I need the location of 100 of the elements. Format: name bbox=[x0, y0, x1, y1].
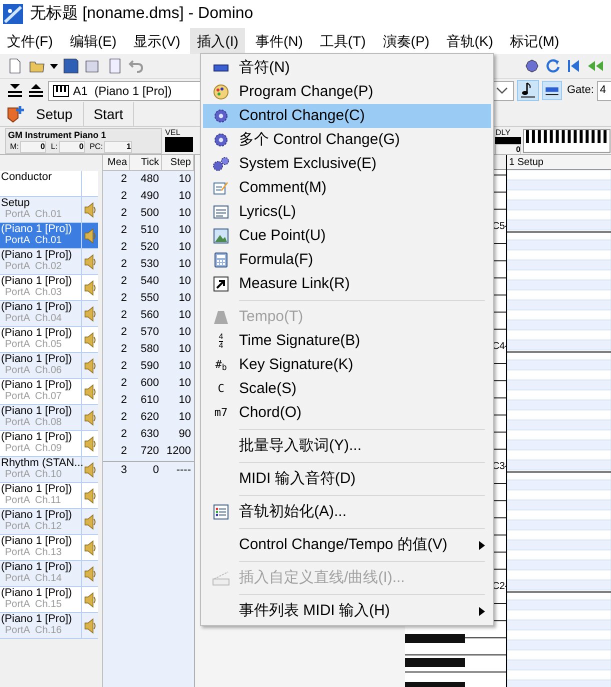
track-name: (Piano 1 [Pro]) bbox=[1, 223, 73, 235]
table-cell-text: 2 bbox=[120, 427, 128, 442]
table-cell-text: 2 bbox=[120, 325, 128, 340]
column-header[interactable]: Tick bbox=[130, 155, 162, 170]
table-cell-text: 610 bbox=[140, 393, 160, 408]
menu-item[interactable]: Program Change(P) bbox=[203, 80, 491, 104]
menu-item[interactable]: Cue Point(U) bbox=[203, 224, 491, 248]
table-cell-text: 10 bbox=[178, 308, 192, 323]
gate-field[interactable]: 4 bbox=[596, 80, 611, 100]
menu-item[interactable]: C Scale(S) bbox=[203, 377, 491, 401]
track-port: PortA Ch.08 bbox=[4, 417, 63, 429]
table-cell-text: 2 bbox=[120, 291, 128, 306]
track-row[interactable]: (Piano 1 [Pro]) PortA Ch.14 bbox=[0, 561, 98, 587]
table-cell-text: 10 bbox=[178, 325, 192, 340]
track-row[interactable]: (Piano 1 [Pro]) PortA Ch.08 bbox=[0, 405, 98, 431]
menu-item[interactable]: 音轨(K) bbox=[439, 28, 500, 54]
track-row[interactable]: (Piano 1 [Pro]) PortA Ch.05 bbox=[0, 327, 98, 353]
marker-button[interactable]: Setup bbox=[26, 102, 84, 126]
menu-item[interactable]: 音轨初始化(A)... bbox=[203, 500, 491, 524]
glyph: #$_{b}$ bbox=[215, 356, 227, 374]
marker-button[interactable]: Start bbox=[84, 102, 134, 126]
menu-item[interactable]: 音符(N) bbox=[203, 56, 491, 80]
track-row[interactable]: Conductor bbox=[0, 171, 98, 197]
column-header[interactable]: Step bbox=[162, 155, 194, 170]
menu-item[interactable]: 事件列表 MIDI 输入(H) bbox=[203, 599, 491, 623]
table-cell-text: 2 bbox=[120, 189, 128, 204]
track-name: (Piano 1 [Pro]) bbox=[1, 483, 73, 495]
track-name: (Piano 1 [Pro]) bbox=[1, 249, 73, 261]
track-row[interactable]: (Piano 1 [Pro]) PortA Ch.09 bbox=[0, 431, 98, 457]
menu-item[interactable]: 4 4 Time Signature(B) bbox=[203, 329, 491, 353]
track-row[interactable]: (Piano 1 [Pro]) PortA Ch.15 bbox=[0, 587, 98, 613]
track-row[interactable]: (Piano 1 [Pro]) PortA Ch.16 bbox=[0, 613, 98, 639]
menu-item[interactable]: MIDI 输入音符(D) bbox=[203, 467, 491, 491]
menu-item[interactable]: Lyrics(L) bbox=[203, 200, 491, 224]
menu-item[interactable]: 工具(T) bbox=[312, 28, 373, 54]
menu-item[interactable]: 标记(M) bbox=[503, 28, 566, 54]
track-row[interactable]: (Piano 1 [Pro]) PortA Ch.03 bbox=[0, 275, 98, 301]
menu-item[interactable]: m7 Chord(O) bbox=[203, 401, 491, 425]
track-port: PortA Ch.15 bbox=[4, 599, 63, 611]
menu-item[interactable]: Comment(M) bbox=[203, 176, 491, 200]
table-cell-text: 2 bbox=[120, 172, 128, 187]
table-cell-text: 2 bbox=[120, 410, 128, 425]
track-port: PortA Ch.10 bbox=[4, 469, 63, 481]
track-port: PortA Ch.13 bbox=[4, 547, 63, 559]
track-row[interactable]: (Piano 1 [Pro]) PortA Ch.02 bbox=[0, 249, 98, 275]
table-cell-text: 10 bbox=[178, 240, 192, 255]
vel-label: VEL bbox=[165, 128, 182, 137]
table-cell-text: 510 bbox=[140, 223, 160, 238]
track-row[interactable]: (Piano 1 [Pro]) PortA Ch.11 bbox=[0, 483, 98, 509]
menu-item[interactable]: #$_{b}$ Key Signature(K) bbox=[203, 353, 491, 377]
table-cell-text: 10 bbox=[178, 410, 192, 425]
table-cell-text: 720 bbox=[140, 444, 160, 459]
table-cell-text: 2 bbox=[120, 342, 128, 357]
track-row[interactable]: Setup PortA Ch.01 bbox=[0, 197, 98, 223]
track-name: (Piano 1 [Pro]) bbox=[1, 509, 73, 521]
table-cell-text: 3 bbox=[120, 463, 128, 478]
table-cell-text: 550 bbox=[140, 291, 160, 306]
measure-label: 1 Setup bbox=[508, 156, 544, 170]
track-name: Conductor bbox=[1, 171, 53, 183]
track-row[interactable]: (Piano 1 [Pro]) PortA Ch.07 bbox=[0, 379, 98, 405]
track-name: (Piano 1 [Pro]) bbox=[1, 301, 73, 313]
menu-item[interactable]: Control Change(C) bbox=[203, 104, 491, 128]
track-port: PortA Ch.11 bbox=[4, 495, 62, 507]
m-field: 0 bbox=[20, 141, 46, 153]
table-cell-text: 0 bbox=[152, 463, 160, 478]
table-cell-text: 2 bbox=[120, 359, 128, 374]
menu-item[interactable]: 事件(N) bbox=[248, 28, 310, 54]
table-cell-text: 540 bbox=[140, 274, 160, 289]
table-cell-text: 10 bbox=[178, 359, 192, 374]
track-row[interactable]: (Piano 1 [Pro]) PortA Ch.04 bbox=[0, 301, 98, 327]
track-port: PortA Ch.07 bbox=[4, 391, 63, 403]
menu-item[interactable]: 文件(F) bbox=[0, 28, 60, 54]
table-cell-text: 2 bbox=[120, 444, 128, 459]
menu-item[interactable]: 批量导入歌词(Y)... bbox=[203, 434, 491, 458]
table-cell-text: 2 bbox=[120, 376, 128, 391]
menu-item[interactable]: 插入(I) bbox=[190, 28, 246, 54]
menu-item[interactable]: 演奏(P) bbox=[376, 28, 436, 54]
track-port: PortA Ch.02 bbox=[4, 261, 63, 273]
track-port: PortA Ch.05 bbox=[4, 339, 63, 351]
table-cell-text: 2 bbox=[120, 206, 128, 221]
column-header[interactable]: Mea bbox=[103, 155, 130, 170]
pc-field: 1 bbox=[104, 141, 132, 153]
menu-item[interactable]: 显示(V) bbox=[126, 28, 188, 54]
instrument-name: GM Instrument Piano 1 bbox=[7, 129, 108, 141]
track-row[interactable]: (Piano 1 [Pro]) PortA Ch.12 bbox=[0, 509, 98, 535]
menu-item[interactable]: 多个 Control Change(G) bbox=[203, 128, 491, 152]
table-cell-text: 90 bbox=[178, 427, 192, 442]
menu-item[interactable]: System Exclusive(E) bbox=[203, 152, 491, 176]
table-cell-text: 500 bbox=[140, 206, 160, 221]
track-row[interactable]: Rhythm (STAN... PortA Ch.10 bbox=[0, 457, 98, 483]
track-row[interactable]: (Piano 1 [Pro]) PortA Ch.01 bbox=[0, 223, 98, 249]
l-field: 0 bbox=[58, 141, 85, 153]
track-row[interactable]: (Piano 1 [Pro]) PortA Ch.06 bbox=[0, 353, 98, 379]
menu-item[interactable]: Control Change/Tempo 的值(V) bbox=[203, 533, 491, 557]
menu-item[interactable]: Measure Link(R) bbox=[203, 272, 491, 296]
track-row[interactable]: (Piano 1 [Pro]) PortA Ch.13 bbox=[0, 535, 98, 561]
track-port: PortA Ch.03 bbox=[4, 287, 63, 299]
menu-item[interactable]: 编辑(E) bbox=[62, 28, 124, 54]
table-cell-text: 2 bbox=[120, 257, 128, 272]
menu-item[interactable]: Formula(F) bbox=[203, 248, 491, 272]
